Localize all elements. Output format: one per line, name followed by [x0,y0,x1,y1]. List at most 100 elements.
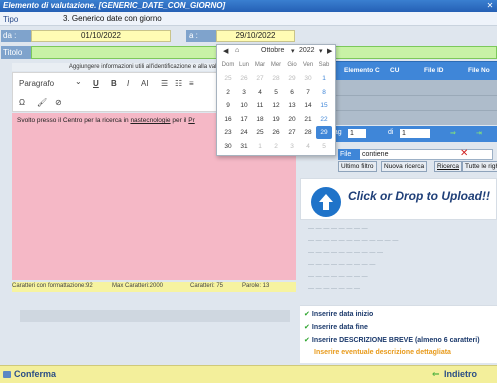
editor-link: nastecnologie [130,117,171,124]
chevron-down-icon[interactable]: ⌄ [75,75,82,89]
calendar-day[interactable]: 14 [300,99,316,112]
calendar-day[interactable]: 29 [284,72,300,85]
date-row: da : 01/10/2022 a : 29/10/2022 [0,30,497,44]
calendar-day[interactable]: 2 [220,86,236,99]
calendar-day[interactable]: 22 [316,113,332,126]
calendar-day[interactable]: 9 [220,99,236,112]
check-item: ✔ Inserire data fine [304,324,368,331]
calendar-month[interactable]: Ottobre [261,47,284,54]
calendar-weekdays: Dom Lun Mar Mer Gio Ven Sab [220,62,334,71]
calendar-day[interactable]: 3 [236,86,252,99]
new-search-button[interactable]: Nuova ricerca [381,161,428,172]
paint-icon[interactable]: 🖌 [37,96,47,110]
calendar-day[interactable]: 21 [300,113,316,126]
calendar-day[interactable]: 2 [268,140,284,153]
calendar-day[interactable]: 24 [236,126,252,139]
dim-line: — — — — — — — — — — [308,250,384,256]
calendar-day[interactable]: 13 [284,99,300,112]
all-rows-button[interactable]: Tutte le righe [462,161,497,172]
underline-button[interactable]: U [93,77,99,91]
calendar-day[interactable]: 10 [236,99,252,112]
calendar-day[interactable]: 4 [300,140,316,153]
clear-filter-icon[interactable]: ✕ [460,148,468,159]
grid-col-cu[interactable]: CU [390,67,399,74]
calendar-day[interactable]: 5 [316,140,332,153]
grid-col-elemento[interactable]: Elemento C [344,67,380,74]
calendar-day[interactable]: 7 [300,86,316,99]
confirm-button[interactable]: Conferma [14,369,56,379]
back-button[interactable]: Indietro [444,369,477,379]
calendar-day[interactable]: 16 [220,113,236,126]
paragraph-select[interactable]: Paragrafo [19,77,54,91]
calendar-header: ◀ ⌂ Ottobre ▾ 2022 ▾ ▶ [217,45,337,59]
calendar-day[interactable]: 8 [316,86,332,99]
bold-button[interactable]: B [111,77,117,91]
filter-field-label: File [338,149,360,160]
calendar-day[interactable]: 4 [252,86,268,99]
calendar-day[interactable]: 19 [268,113,284,126]
check-icon: ✔ [304,324,310,331]
calendar-day[interactable]: 30 [220,140,236,153]
numbered-list-icon[interactable]: ☷ [175,77,182,91]
calendar-day[interactable]: 26 [268,126,284,139]
last-arrow-icon[interactable]: ⇥ [476,129,482,137]
chevron-down-icon[interactable]: ▾ [291,47,295,55]
bullet-list-icon[interactable]: ☰ [161,77,168,91]
dim-line: — — — — — — — [308,286,361,292]
status-words: Parole: 13 [242,283,270,289]
calendar-day[interactable]: 28 [300,126,316,139]
calendar-day[interactable]: 27 [284,126,300,139]
calendar-year[interactable]: 2022 [299,47,315,54]
calendar-day[interactable]: 20 [284,113,300,126]
close-icon[interactable]: ✕ [485,1,495,11]
calendar-day[interactable]: 26 [236,72,252,85]
calendar-days: 25 26 27 28 29 30 1 2 3 4 5 6 7 8 9 10 11 12 13 14 15 16 17 18 1… [220,72,334,154]
next-arrow-icon[interactable]: ⇒ [450,129,456,137]
calendar-day[interactable]: 1 [316,72,332,85]
filter-operator[interactable]: contiene [362,150,388,159]
calendar-day[interactable]: 27 [252,72,268,85]
calendar-day[interactable]: 6 [284,86,300,99]
window-title: Elemento di valutazione. [GENERIC_DATE_C… [0,0,497,12]
weekday: Lun [238,62,249,68]
calendar-day[interactable]: 31 [236,140,252,153]
chevron-down-icon[interactable]: ▾ [319,47,323,55]
italic-button[interactable]: I [127,77,129,91]
date-to-input[interactable]: 29/10/2022 [216,30,295,42]
calendar-day[interactable]: 1 [252,140,268,153]
pager-total: 1 [400,129,430,138]
last-filter-button[interactable]: Ultimo filtro [338,161,377,172]
link-icon[interactable]: ⊘ [55,96,62,110]
check-item-pending: Inserire eventuale descrizione dettaglia… [314,349,451,356]
date-from-label: da : [1,30,31,42]
calendar-day[interactable]: 5 [268,86,284,99]
calendar-day[interactable]: 11 [252,99,268,112]
calendar-day[interactable]: 3 [284,140,300,153]
calendar-day[interactable]: 17 [236,113,252,126]
date-from-input[interactable]: 01/10/2022 [31,30,171,42]
grid-col-file-no[interactable]: File No [468,67,490,74]
next-month-icon[interactable]: ▶ [327,47,332,55]
home-icon[interactable]: ⌂ [235,47,239,54]
calendar-day[interactable]: 25 [252,126,268,139]
prev-month-icon[interactable]: ◀ [223,47,228,55]
calendar-day[interactable]: 18 [252,113,268,126]
dim-line: — — — — — — — — [308,274,368,280]
font-size-button[interactable]: AI [141,77,149,91]
calendar-day[interactable]: 12 [268,99,284,112]
calendar-day[interactable]: 25 [220,72,236,85]
calendar-day[interactable]: 15 [316,99,332,112]
calendar-day[interactable]: 28 [268,72,284,85]
grid-col-file-id[interactable]: File ID [424,67,444,74]
status-formatted: Caratteri con formattazione:92 [12,283,93,289]
search-button[interactable]: Ricerca [434,161,463,172]
calendar-day[interactable]: 30 [300,72,316,85]
validation-checklist: ✔ Inserire data inizio ✔ Inserire data fin… [300,305,497,363]
align-icon[interactable]: ≡ [189,77,194,91]
calendar-day[interactable]: 23 [220,126,236,139]
calendar-day[interactable]: 29 [316,126,332,139]
upload-dropzone[interactable]: Click or Drop to Upload!! [300,178,497,220]
omega-icon[interactable]: Ω [19,96,25,110]
pager-page-input[interactable]: 1 [348,129,366,138]
editor-status-bar: Caratteri con formattazione:92 Max Carat… [12,282,296,292]
